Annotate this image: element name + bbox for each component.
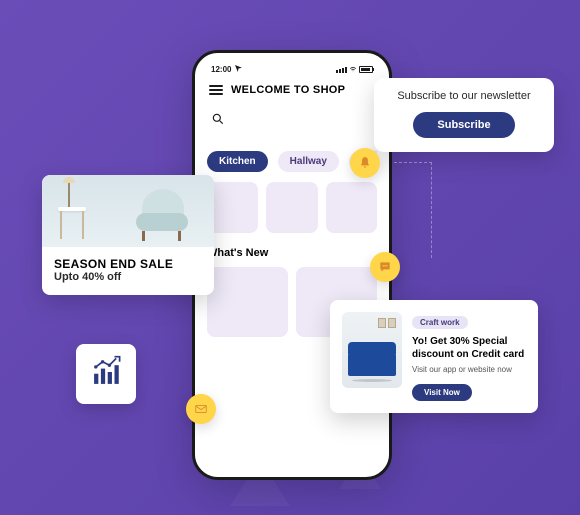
- newsletter-card: Subscribe to our newsletter Subscribe: [374, 78, 554, 152]
- section-title-whats-new: What's New: [207, 247, 377, 259]
- product-tile[interactable]: [326, 182, 377, 233]
- season-card-subtitle: Upto 40% off: [54, 271, 202, 283]
- season-card-heading: SEASON END SALE: [54, 257, 202, 271]
- wifi-icon: [349, 65, 357, 74]
- product-tile[interactable]: [207, 182, 258, 233]
- product-tile[interactable]: [266, 182, 317, 233]
- discount-card-image: [342, 312, 402, 388]
- search-icon: [211, 112, 225, 131]
- connector-line: [394, 162, 432, 258]
- discount-card-title: Yo! Get 30% Special discount on Credit c…: [412, 335, 526, 361]
- phone-frame: 12:00 WELCOME TO SHOP Kitchen Hallway Be…: [192, 50, 392, 480]
- discount-badge: Craft work: [412, 316, 468, 329]
- location-icon: [235, 65, 242, 74]
- visit-now-button[interactable]: Visit Now: [412, 384, 472, 401]
- product-tile[interactable]: [207, 267, 288, 337]
- category-chip-hallway[interactable]: Hallway: [278, 151, 339, 172]
- chat-icon[interactable]: [370, 252, 400, 282]
- battery-icon: [359, 66, 373, 73]
- season-card-image: [42, 175, 214, 247]
- season-sale-card[interactable]: SEASON END SALE Upto 40% off: [42, 175, 214, 295]
- signal-icon: [336, 67, 347, 73]
- search-input[interactable]: [207, 106, 377, 137]
- page-title: WELCOME TO SHOP: [231, 84, 345, 96]
- newsletter-title: Subscribe to our newsletter: [388, 90, 540, 102]
- category-chip-kitchen[interactable]: Kitchen: [207, 151, 268, 172]
- bell-icon[interactable]: [350, 148, 380, 178]
- status-time: 12:00: [211, 65, 231, 74]
- status-bar: 12:00: [207, 63, 377, 80]
- mail-icon[interactable]: [186, 394, 216, 424]
- discount-card: Craft work Yo! Get 30% Special discount …: [330, 300, 538, 413]
- hamburger-menu-icon[interactable]: [209, 85, 223, 95]
- analytics-icon: [89, 355, 123, 394]
- discount-card-subtitle: Visit our app or website now: [412, 365, 526, 374]
- product-grid: [207, 182, 377, 233]
- subscribe-button[interactable]: Subscribe: [413, 112, 514, 138]
- analytics-box[interactable]: [76, 344, 136, 404]
